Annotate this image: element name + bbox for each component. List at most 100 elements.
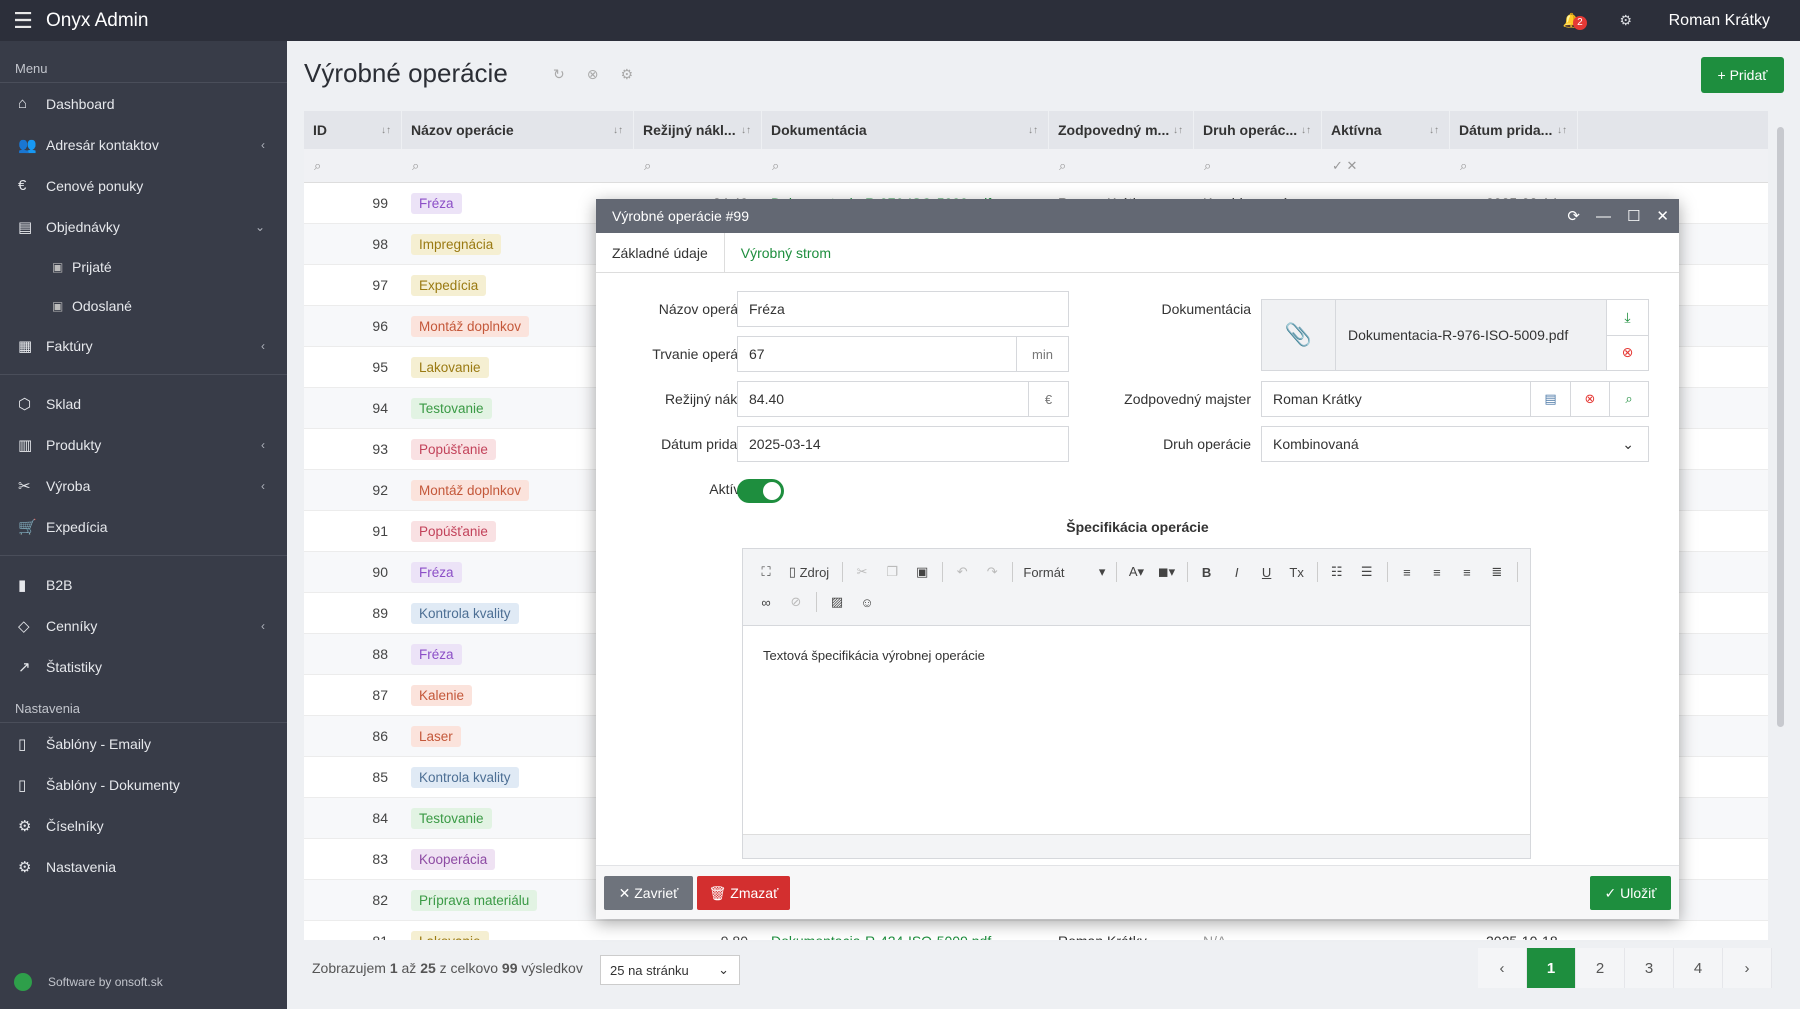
remove-file-icon[interactable]: ⊗ <box>1607 334 1648 371</box>
sidebar-item-odoslane[interactable]: ▣ Odoslané <box>0 286 287 325</box>
cost-input[interactable]: 84.40 <box>737 381 1029 417</box>
sort-icon[interactable]: ↓↑ <box>1173 125 1183 136</box>
column-settings-icon[interactable]: ⚙ <box>620 66 633 83</box>
page-button-3[interactable]: 3 <box>1625 948 1674 988</box>
sort-icon[interactable]: ↓↑ <box>381 125 391 136</box>
duration-input[interactable]: 67 <box>737 336 1017 372</box>
list-icon[interactable]: ▤ <box>1531 381 1571 417</box>
clear-master-icon[interactable]: ⊗ <box>1571 381 1610 417</box>
search-filter[interactable]: ⌕ <box>1049 149 1194 182</box>
close-icon[interactable]: ✕ <box>1656 207 1669 225</box>
paste-icon[interactable]: ▣ <box>909 560 935 584</box>
search-master-icon[interactable]: ⌕ <box>1610 381 1649 417</box>
clear-format-icon[interactable]: Tx <box>1284 560 1310 584</box>
column-header-id[interactable]: ID ↓↑ <box>304 111 402 149</box>
fullscreen-icon[interactable]: ⛶ <box>753 560 779 584</box>
sidebar-item-expedicia[interactable]: 🛒 Expedícia <box>0 506 287 547</box>
align-center-icon[interactable]: ≡ <box>1424 560 1450 584</box>
column-header-nazov-operacie[interactable]: Názov operácie ↓↑ <box>402 111 634 149</box>
sort-icon[interactable]: ↓↑ <box>613 125 623 136</box>
column-header-rezijny-nakl[interactable]: Režijný nákl... ↓↑ <box>634 111 762 149</box>
align-right-icon[interactable]: ≡ <box>1454 560 1480 584</box>
add-button[interactable]: + Pridať <box>1701 57 1784 93</box>
save-button[interactable]: ✓ Uložiť <box>1590 876 1671 910</box>
column-header-zodpovedny-m[interactable]: Zodpovedný m... ↓↑ <box>1049 111 1194 149</box>
sort-icon[interactable]: ↓↑ <box>1557 125 1567 136</box>
sidebar-item-statistiky[interactable]: ↗ Štatistiky <box>0 646 287 687</box>
search-filter[interactable]: ⌕ <box>304 149 402 182</box>
table-cell[interactable]: Dokumentacia-R-424-ISO-5009.pdf <box>762 933 1049 940</box>
documentation-file[interactable]: Dokumentacia-R-976-ISO-5009.pdf <box>1336 300 1606 370</box>
format-select[interactable]: Formát ▾ <box>1019 560 1109 584</box>
emoji-icon[interactable]: ☺ <box>854 590 880 614</box>
page-button-1[interactable]: 1 <box>1527 948 1576 988</box>
search-filter[interactable]: ⌕ <box>634 149 762 182</box>
numbered-list-icon[interactable]: ☷ <box>1324 560 1350 584</box>
bg-color-icon[interactable]: ◼▾ <box>1154 560 1180 584</box>
bullet-list-icon[interactable]: ☰ <box>1354 560 1380 584</box>
column-header-datum-prida[interactable]: Dátum prida... ↓↑ <box>1450 111 1578 149</box>
sidebar-item-sablony-emaily[interactable]: ▯ Šablóny - Emaily <box>0 723 287 764</box>
tab-basic-info[interactable]: Základné údaje <box>596 233 725 272</box>
sidebar-item-cenove-ponuky[interactable]: € Cenové ponuky <box>0 165 287 206</box>
prev-page-button[interactable]: ‹ <box>1478 948 1527 988</box>
table-scrollbar[interactable] <box>1777 127 1784 727</box>
sidebar-item-nastavenia[interactable]: ⚙ Nastavenia <box>0 846 287 887</box>
sort-icon[interactable]: ↓↑ <box>741 125 751 136</box>
text-color-icon[interactable]: A▾ <box>1124 560 1150 584</box>
attach-icon[interactable]: 📎 <box>1262 300 1336 370</box>
minimize-icon[interactable]: — <box>1596 208 1611 225</box>
column-header-dokumentacia[interactable]: Dokumentácia ↓↑ <box>762 111 1049 149</box>
column-header-aktivna[interactable]: Aktívna ↓↑ <box>1322 111 1450 149</box>
sidebar-item-prijate[interactable]: ▣ Prijaté <box>0 247 287 286</box>
reload-icon[interactable]: ⟳ <box>1567 207 1580 225</box>
name-input[interactable]: Fréza <box>737 291 1069 327</box>
sidebar-item-objednavky[interactable]: ▤ Objednávky ⌄ <box>0 206 287 247</box>
footer-credit-text[interactable]: Software by onsoft.sk <box>48 975 163 989</box>
bold-icon[interactable]: B <box>1194 560 1220 584</box>
delete-button[interactable]: 🗑 Zmazať <box>697 876 790 910</box>
cut-icon[interactable]: ✂ <box>849 560 875 584</box>
sort-icon[interactable]: ↓↑ <box>1301 125 1311 136</box>
sort-icon[interactable]: ↓↑ <box>1429 125 1439 136</box>
settings-button[interactable]: ⚙ <box>1599 12 1653 29</box>
notifications-button[interactable]: 🔔 2 <box>1545 12 1599 30</box>
search-filter[interactable]: ⌕ <box>1194 149 1322 182</box>
redo-icon[interactable]: ↷ <box>979 560 1005 584</box>
page-button-2[interactable]: 2 <box>1576 948 1625 988</box>
sidebar-item-faktury[interactable]: ▦ Faktúry ‹ <box>0 325 287 366</box>
unlink-icon[interactable]: ⊘ <box>783 590 809 614</box>
search-filter[interactable]: ⌕ <box>762 149 1049 182</box>
app-brand[interactable]: Onyx Admin <box>46 10 148 32</box>
master-input[interactable]: Roman Krátky <box>1261 381 1531 417</box>
active-toggle[interactable] <box>737 479 784 503</box>
copy-icon[interactable]: ❐ <box>879 560 905 584</box>
align-left-icon[interactable]: ≡ <box>1394 560 1420 584</box>
clear-filter-icon[interactable]: ⊗ <box>587 66 599 83</box>
sidebar-item-b2b[interactable]: ▮ B2B <box>0 564 287 605</box>
image-icon[interactable]: ▨ <box>824 590 850 614</box>
maximize-icon[interactable]: ☐ <box>1627 207 1640 225</box>
sidebar-item-produkty[interactable]: ▥ Produkty ‹ <box>0 424 287 465</box>
link-icon[interactable]: ∞ <box>753 590 779 614</box>
user-menu[interactable]: Roman Krátky <box>1653 12 1800 30</box>
source-button[interactable]: ▯ Zdroj <box>783 560 835 584</box>
date-input[interactable]: 2025-03-14 <box>737 426 1069 462</box>
per-page-select[interactable]: 25 na stránku ⌄ <box>600 955 740 985</box>
download-icon[interactable]: ⤓ <box>1607 300 1648 335</box>
sidebar-item-vyroba[interactable]: ✂ Výroba ‹ <box>0 465 287 506</box>
undo-icon[interactable]: ↶ <box>949 560 975 584</box>
editor-resize-bar[interactable] <box>743 834 1530 858</box>
sidebar-item-sablony-dokumenty[interactable]: ▯ Šablóny - Dokumenty <box>0 764 287 805</box>
sidebar-item-ciselniky[interactable]: ⚙ Číselníky <box>0 805 287 846</box>
column-header-druh-operac[interactable]: Druh operác... ↓↑ <box>1194 111 1322 149</box>
hamburger-menu-icon[interactable]: ☰ <box>0 0 46 41</box>
boolean-filter[interactable]: ✓ ✕ <box>1322 149 1450 182</box>
sort-icon[interactable]: ↓↑ <box>1028 125 1038 136</box>
table-row[interactable]: 81 Lakovanie 9,80 Dokumentacia-R-424-ISO-50… <box>304 921 1768 940</box>
justify-icon[interactable]: ≣ <box>1484 560 1510 584</box>
type-select[interactable]: Kombinovaná ⌄ <box>1261 426 1649 462</box>
tab-production-tree[interactable]: Výrobný strom <box>725 233 847 272</box>
underline-icon[interactable]: U <box>1254 560 1280 584</box>
italic-icon[interactable]: I <box>1224 560 1250 584</box>
